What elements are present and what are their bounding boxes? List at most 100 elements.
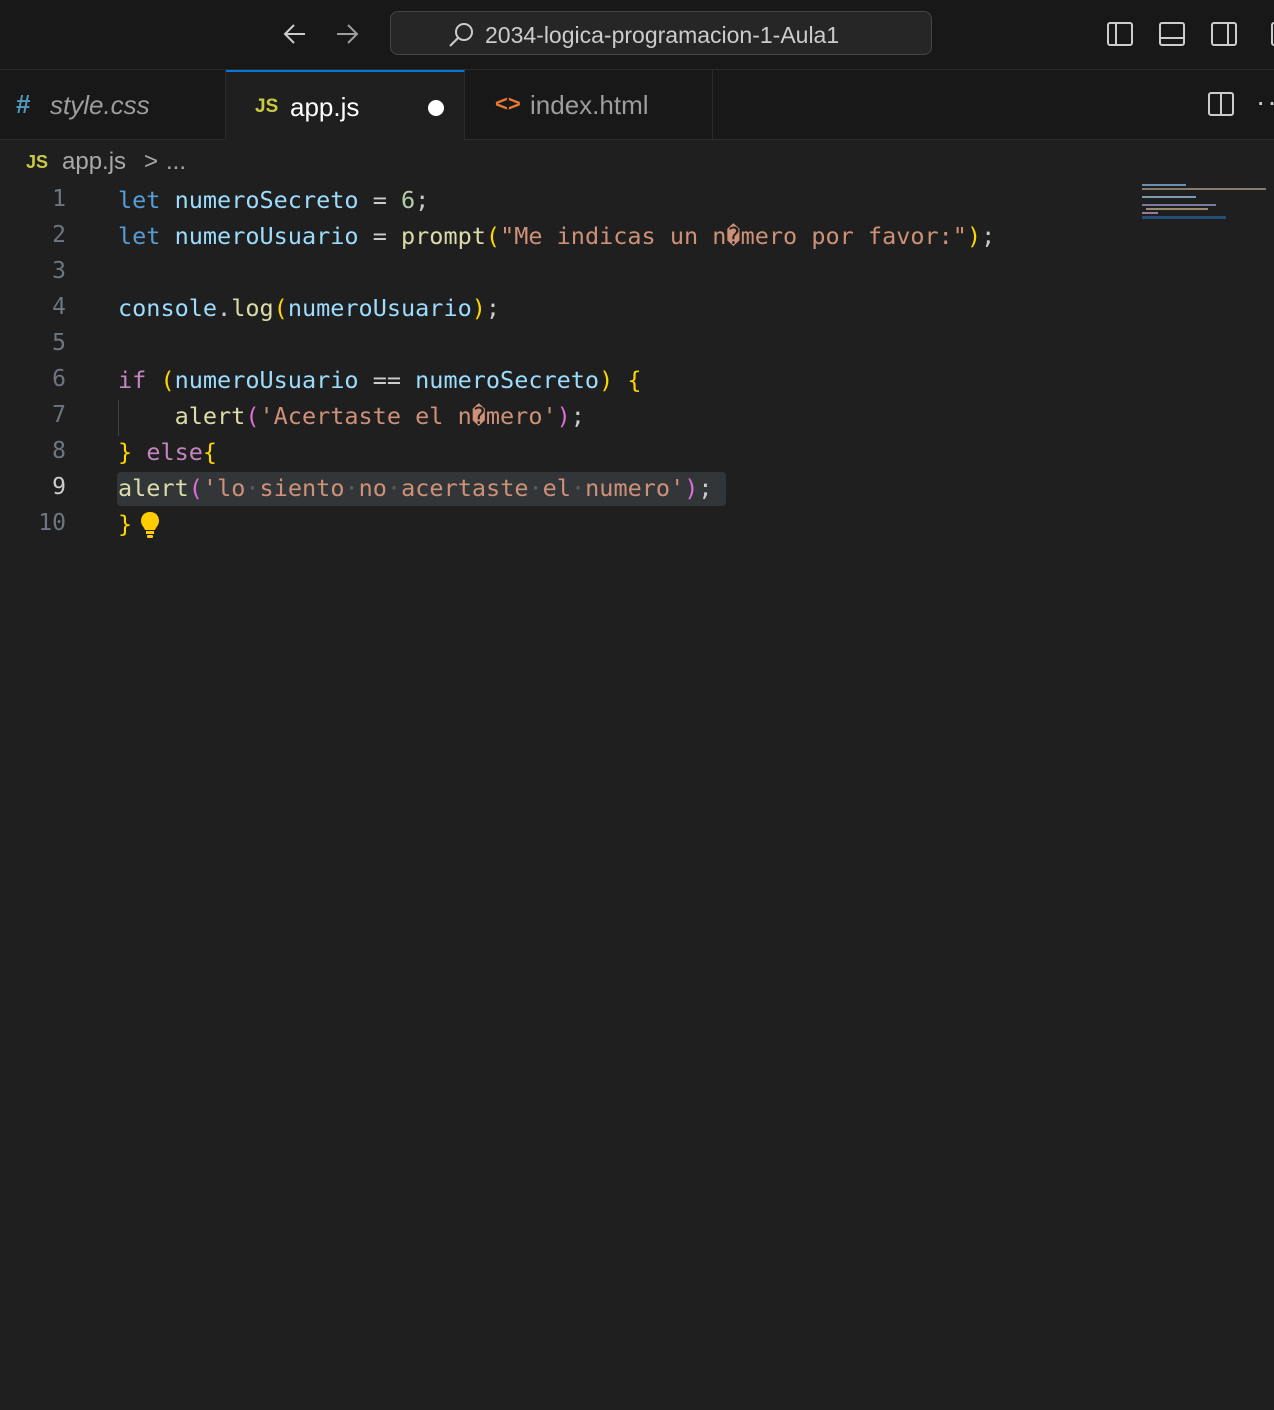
token: ;: [570, 402, 585, 430]
tab-label: app.js: [290, 92, 360, 122]
code-line: 4 console.log(numeroUsuario);: [0, 292, 1130, 328]
command-center-search[interactable]: 2034-logica-programacion-1-Aula1: [390, 11, 932, 55]
tab-label: index.html: [530, 90, 649, 120]
breadcrumb-file[interactable]: app.js: [62, 148, 126, 176]
toggle-secondary-sidebar-icon[interactable]: [1210, 20, 1238, 48]
minimap-line: [1146, 208, 1208, 210]
js-file-icon: JS: [255, 96, 279, 117]
line-content: if (numeroUsuario == numeroSecreto) {: [118, 366, 642, 394]
lightbulb-icon[interactable]: [140, 510, 160, 540]
token: numeroUsuario: [287, 294, 472, 322]
token: let: [118, 222, 161, 250]
toggle-primary-sidebar-icon[interactable]: [1106, 20, 1134, 48]
token: log: [231, 294, 274, 322]
search-icon: [449, 23, 473, 47]
customize-layout-icon[interactable]: [1262, 20, 1274, 48]
code-line: 6 if (numeroUsuario == numeroSecreto) {: [0, 364, 1130, 400]
chevron-right-icon: >: [144, 148, 159, 175]
line-number: 7: [52, 402, 66, 428]
code-line: 7 alert('Acertaste el n�mero');: [0, 400, 1130, 436]
token: prompt: [401, 222, 486, 250]
line-content: }: [118, 510, 132, 538]
token: 'Acertaste el n�mero': [259, 402, 557, 430]
minimap-line: [1142, 204, 1216, 206]
line-number: 4: [52, 294, 66, 320]
arrow-left-icon[interactable]: [281, 20, 309, 48]
token: ): [471, 294, 486, 322]
minimap-line: [1142, 184, 1186, 186]
breadcrumb-symbols[interactable]: ...: [166, 148, 186, 176]
line-number: 8: [52, 438, 66, 464]
token: ): [684, 474, 699, 502]
token: ==: [372, 366, 401, 394]
token: 6: [401, 186, 416, 214]
token: (: [273, 294, 288, 322]
line-content: } else{: [118, 438, 217, 466]
token: {: [202, 438, 218, 466]
minimap-cursor-line: [1142, 216, 1226, 219]
token: {: [627, 366, 642, 394]
token: let: [118, 186, 161, 214]
code-line: 8 } else{: [0, 436, 1130, 472]
code-line-current: 9 alert('lo·siento·no·acertaste·el·numer…: [0, 472, 1130, 508]
line-number: 6: [52, 366, 66, 392]
code-line: 5: [0, 328, 1130, 364]
token: else: [146, 438, 203, 466]
token: ;: [485, 294, 501, 322]
token: ;: [698, 474, 713, 502]
token: 'lo·siento·no·acertaste·el·numero': [202, 474, 685, 502]
code-line: 1 let numeroSecreto = 6;: [0, 184, 1130, 220]
code-line: 2 let numeroUsuario = prompt("Me indicas…: [0, 220, 1130, 256]
line-number: 10: [38, 510, 66, 536]
token: (: [160, 366, 175, 394]
token: (: [245, 402, 260, 430]
token: alert: [174, 402, 246, 430]
token: =: [372, 186, 387, 214]
token: ): [599, 366, 614, 394]
minimap-line: [1142, 188, 1266, 190]
title-bar: 2034-logica-programacion-1-Aula1: [0, 0, 1274, 70]
token: (: [485, 222, 501, 250]
token: =: [372, 222, 387, 250]
line-number: 9: [52, 474, 66, 500]
tab-app-js[interactable]: JS app.js: [226, 70, 465, 140]
line-content: let numeroSecreto = 6;: [118, 186, 429, 214]
code-line: 3: [0, 256, 1130, 292]
token: alert: [118, 474, 189, 502]
line-number: 3: [52, 258, 66, 284]
split-editor-icon[interactable]: [1207, 90, 1235, 118]
token: if: [118, 366, 147, 394]
token: numeroSecreto: [174, 186, 359, 214]
token: .: [217, 294, 232, 322]
arrow-right-icon[interactable]: [333, 20, 361, 48]
line-content: alert('Acertaste el n�mero');: [118, 402, 585, 430]
code-editor[interactable]: 1 let numeroSecreto = 6; 2 let numeroUsu…: [0, 184, 1130, 1410]
editor-tab-bar: # style.css JS app.js <> index.html ···: [0, 70, 1274, 140]
token: numeroUsuario: [174, 222, 359, 250]
token: ;: [415, 186, 430, 214]
minimap[interactable]: [1140, 182, 1270, 222]
minimap-line: [1142, 196, 1196, 198]
workspace-name: 2034-logica-programacion-1-Aula1: [485, 22, 840, 48]
token: ;: [981, 222, 996, 250]
token: ): [556, 402, 571, 430]
token: }: [118, 438, 133, 466]
line-content: alert('lo·siento·no·acertaste·el·numero'…: [118, 474, 713, 502]
token: (: [188, 474, 203, 502]
token: numeroUsuario: [174, 366, 359, 394]
tab-label: style.css: [50, 90, 150, 120]
more-actions-icon[interactable]: ···: [1256, 86, 1274, 118]
token: ): [966, 222, 982, 250]
code-line: 10 }: [0, 508, 1130, 544]
line-number: 1: [52, 186, 66, 212]
js-file-icon: JS: [26, 152, 49, 172]
line-content: let numeroUsuario = prompt("Me indicas u…: [118, 222, 995, 250]
line-content: console.log(numeroUsuario);: [118, 294, 500, 322]
line-number: 2: [52, 222, 66, 248]
toggle-panel-icon[interactable]: [1158, 20, 1186, 48]
tab-index-html[interactable]: <> index.html: [465, 70, 713, 139]
html-file-icon: <>: [495, 91, 521, 116]
unsaved-changes-dot-icon[interactable]: [428, 100, 444, 116]
tab-style-css[interactable]: # style.css: [0, 70, 226, 139]
minimap-line: [1142, 212, 1158, 214]
